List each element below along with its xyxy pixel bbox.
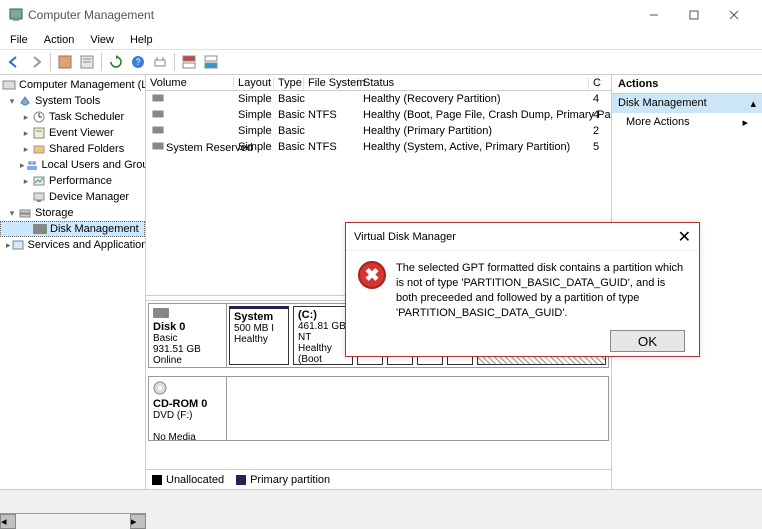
cdrom-header: CD-ROM 0 DVD (F:) No Media bbox=[149, 377, 227, 440]
tree-systools[interactable]: ▾System Tools bbox=[0, 93, 145, 109]
view-bottom-icon[interactable] bbox=[201, 52, 221, 72]
error-dialog: Virtual Disk Manager ✕ ✖ The selected GP… bbox=[345, 222, 700, 357]
col-c[interactable]: C bbox=[589, 77, 599, 89]
col-type[interactable]: Type bbox=[274, 77, 304, 89]
menu-file[interactable]: File bbox=[4, 33, 34, 47]
menu-help[interactable]: Help bbox=[124, 33, 159, 47]
error-icon: ✖ bbox=[358, 261, 386, 289]
svg-text:?: ? bbox=[135, 57, 140, 67]
tree-shared[interactable]: ▸Shared Folders bbox=[0, 141, 145, 157]
tree-users[interactable]: ▸Local Users and Groups bbox=[0, 157, 145, 173]
app-icon bbox=[8, 7, 24, 23]
col-fs[interactable]: File System bbox=[304, 77, 359, 89]
window-title: Computer Management bbox=[28, 8, 154, 22]
scope-icon[interactable] bbox=[55, 52, 75, 72]
caret-up-icon: ▴ bbox=[750, 97, 756, 110]
titlebar: Computer Management bbox=[0, 0, 762, 30]
volume-row[interactable]: SimpleBasicNTFSHealthy (Boot, Page File,… bbox=[146, 107, 611, 123]
minimize-button[interactable] bbox=[634, 1, 674, 29]
tree-devmgr[interactable]: Device Manager bbox=[0, 189, 145, 205]
caret-right-icon: ▸ bbox=[742, 116, 748, 129]
tree-storage[interactable]: ▾Storage bbox=[0, 205, 145, 221]
maximize-button[interactable] bbox=[674, 1, 714, 29]
back-button[interactable] bbox=[4, 52, 24, 72]
dialog-message: The selected GPT formatted disk contains… bbox=[396, 261, 687, 320]
actions-header: Actions bbox=[612, 75, 762, 94]
status-bar: ◂▸ bbox=[0, 489, 762, 529]
col-layout[interactable]: Layout bbox=[234, 77, 274, 89]
tree-perf[interactable]: ▸Performance bbox=[0, 173, 145, 189]
view-top-icon[interactable] bbox=[179, 52, 199, 72]
tree-pane: Computer Management (Local ▾System Tools… bbox=[0, 75, 146, 489]
dialog-title: Virtual Disk Manager bbox=[354, 231, 456, 243]
tree-diskmgmt[interactable]: Disk Management bbox=[0, 221, 145, 237]
cdrom-row[interactable]: CD-ROM 0 DVD (F:) No Media bbox=[148, 376, 609, 441]
menu-view[interactable]: View bbox=[84, 33, 120, 47]
disk-0-header: Disk 0 Basic 931.51 GB Online bbox=[149, 304, 227, 367]
refresh-icon[interactable] bbox=[106, 52, 126, 72]
menubar: File Action View Help bbox=[0, 30, 762, 50]
volume-row[interactable]: System ReservedSimpleBasicNTFSHealthy (S… bbox=[146, 139, 611, 155]
toolbar: ? bbox=[0, 50, 762, 75]
dialog-close-button[interactable]: ✕ bbox=[678, 227, 691, 247]
actions-more[interactable]: More Actions▸ bbox=[612, 113, 762, 132]
actions-diskmgmt[interactable]: Disk Management▴ bbox=[612, 94, 762, 113]
close-button[interactable] bbox=[714, 1, 754, 29]
tree-event[interactable]: ▸Event Viewer bbox=[0, 125, 145, 141]
volume-row[interactable]: SimpleBasicHealthy (Recovery Partition)4 bbox=[146, 91, 611, 107]
volume-header: Volume Layout Type File System Status C bbox=[146, 75, 611, 91]
ok-button[interactable]: OK bbox=[610, 330, 685, 352]
tree-services[interactable]: ▸Services and Applications bbox=[0, 237, 145, 253]
settings-icon[interactable] bbox=[150, 52, 170, 72]
tree-task[interactable]: ▸Task Scheduler bbox=[0, 109, 145, 125]
legend: Unallocated Primary partition bbox=[146, 469, 611, 489]
col-status[interactable]: Status bbox=[359, 77, 589, 89]
partition-c[interactable]: (C:)461.81 GB NTHealthy (Boot bbox=[293, 306, 353, 365]
volume-row[interactable]: SimpleBasicHealthy (Primary Partition)2 bbox=[146, 123, 611, 139]
properties-icon[interactable] bbox=[77, 52, 97, 72]
tree-root[interactable]: Computer Management (Local bbox=[0, 77, 145, 93]
partition-system[interactable]: System500 MB IHealthy bbox=[229, 306, 289, 365]
forward-button[interactable] bbox=[26, 52, 46, 72]
dialog-titlebar: Virtual Disk Manager ✕ bbox=[346, 223, 699, 251]
help-icon[interactable]: ? bbox=[128, 52, 148, 72]
menu-action[interactable]: Action bbox=[38, 33, 81, 47]
col-volume[interactable]: Volume bbox=[146, 77, 234, 89]
